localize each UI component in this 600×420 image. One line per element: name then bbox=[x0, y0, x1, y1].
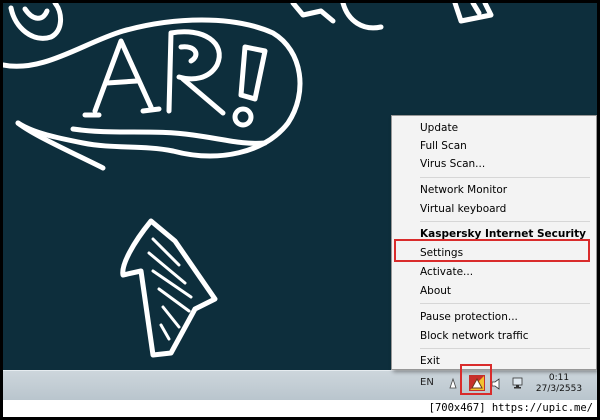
menu-item-update[interactable]: Update bbox=[392, 119, 596, 137]
menu-item-full-scan[interactable]: Full Scan bbox=[392, 137, 596, 155]
menu-item-exit[interactable]: Exit bbox=[392, 352, 596, 370]
menu-item-about[interactable]: About bbox=[392, 282, 596, 300]
menu-separator bbox=[420, 303, 590, 304]
clock-time: 0:11 bbox=[548, 373, 570, 383]
menu-item-virtual-keyboard[interactable]: Virtual keyboard bbox=[392, 200, 596, 218]
menu-item-network-monitor[interactable]: Network Monitor bbox=[392, 181, 596, 199]
menu-item-activate[interactable]: Activate... bbox=[392, 263, 596, 281]
image-credit-text: [700x467] https://upic.me/ bbox=[428, 402, 593, 414]
taskbar-clock[interactable]: 0:11 27/3/2553 bbox=[533, 373, 585, 395]
taskbar bbox=[3, 370, 597, 400]
flag-icon[interactable] bbox=[448, 376, 458, 390]
network-icon[interactable] bbox=[511, 376, 525, 390]
tray-icon-highlight-box bbox=[460, 364, 492, 395]
screenshot-frame: EN 0:11 27/3/2553 Update Full Scan Virus… bbox=[3, 3, 597, 417]
menu-item-virus-scan[interactable]: Virus Scan... bbox=[392, 155, 596, 173]
image-credit-bar: [700x467] https://upic.me/ bbox=[3, 400, 597, 417]
menu-separator bbox=[420, 177, 590, 178]
menu-separator bbox=[420, 348, 590, 349]
settings-highlight-box bbox=[394, 239, 590, 262]
menu-item-pause-protection[interactable]: Pause protection... bbox=[392, 308, 596, 326]
menu-separator bbox=[420, 221, 590, 222]
clock-date: 27/3/2553 bbox=[535, 384, 583, 394]
language-indicator[interactable]: EN bbox=[420, 377, 434, 388]
menu-item-block-network-traffic[interactable]: Block network traffic bbox=[392, 327, 596, 345]
